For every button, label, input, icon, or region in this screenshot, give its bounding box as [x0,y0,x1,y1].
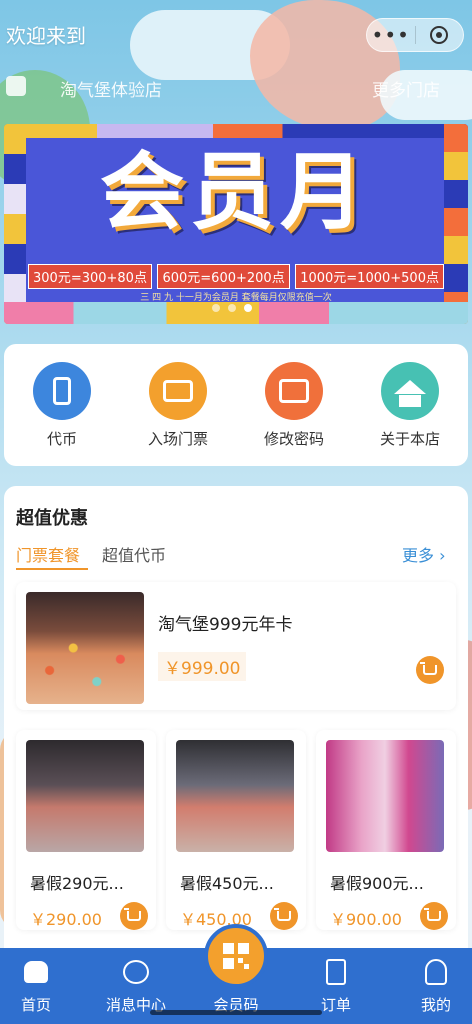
product-image [176,740,294,852]
banner-decoration [444,124,468,324]
product-image [326,740,444,852]
price-tag: 600元=600+200点 [157,264,290,289]
mini-program-capsule: ••• [366,18,464,52]
store-name[interactable]: 淘气堡体验店 [60,76,162,101]
quick-item-change-password[interactable]: 修改密码 [239,362,349,449]
more-deals-link[interactable]: 更多 › [402,542,446,566]
close-mini-program-button[interactable] [415,26,463,44]
deals-section: 超值优惠 门票套餐 超值代币 更多 › 淘气堡999元年卡 ￥999.00 暑假… [4,486,468,956]
phone-icon [33,362,91,420]
banner-decoration [4,124,26,324]
product-title: 淘气堡999元年卡 [158,615,293,635]
product-title: 暑假900元... [330,874,424,893]
quick-item-label: 修改密码 [263,430,324,448]
quick-item-label: 关于本店 [379,430,440,448]
tab-token-deals[interactable]: 超值代币 [102,542,166,566]
product-image [26,592,144,704]
product-card[interactable]: 暑假900元... ￥900.00 [316,730,456,930]
banner-title: 会员月 [99,143,370,241]
carousel-dots [212,304,252,312]
quick-menu: 代币 入场门票 修改密码 关于本店 [4,344,468,466]
quick-item-tickets[interactable]: 入场门票 [123,362,233,449]
product-title: 暑假290元... [30,874,124,893]
order-icon [322,958,350,986]
product-title: 暑假450元... [180,874,274,893]
cart-icon [124,908,141,921]
top-bar: 欢迎来到 ••• [0,14,472,54]
store-bar: 淘气堡体验店 更多门店 [0,70,472,106]
house-icon [381,362,439,420]
price-tag: 300元=300+80点 [28,264,152,289]
quick-item-label: 入场门票 [147,430,208,448]
add-to-cart-button[interactable] [416,656,444,684]
banner-price-row: 300元=300+80点 600元=600+200点 1000元=1000+50… [28,264,444,289]
product-image [26,740,144,852]
product-price: ￥999.00 [158,652,247,681]
quick-item-tokens[interactable]: 代币 [7,362,117,449]
quick-item-about-store[interactable]: 关于本店 [355,362,465,449]
carousel-dot[interactable] [228,304,236,312]
tab-label: 首页 [20,996,51,1014]
tab-orders[interactable]: 订单 [296,958,376,1015]
target-icon [430,26,449,44]
cart-icon [420,662,437,675]
tab-label: 订单 [320,996,351,1014]
store-icon [6,76,26,96]
product-card[interactable]: 暑假290元... ￥290.00 [16,730,156,930]
promo-banner[interactable]: 会员月 300元=300+80点 600元=600+200点 1000元=100… [4,124,468,324]
product-price: ￥900.00 [330,910,402,929]
banner-decoration [4,124,468,138]
more-menu-button[interactable]: ••• [367,20,415,50]
product-grid: 暑假290元... ￥290.00 暑假450元... ￥450.00 暑假90… [16,730,456,930]
cart-icon [424,908,441,921]
ticket-icon [149,362,207,420]
add-to-cart-button[interactable] [120,902,148,930]
home-indicator [150,1010,322,1015]
product-card[interactable]: 暑假450元... ￥450.00 [166,730,306,930]
section-title: 超值优惠 [16,508,88,529]
tab-profile[interactable]: 我的 [396,958,472,1015]
quick-item-label: 代币 [46,430,77,448]
tab-home[interactable]: 首页 [0,958,76,1015]
carousel-dot[interactable] [212,304,220,312]
member-code-button[interactable] [204,924,268,988]
home-icon [22,958,50,986]
add-to-cart-button[interactable] [270,902,298,930]
tab-label: 我的 [420,996,451,1014]
user-icon [422,958,450,986]
more-stores-link[interactable]: 更多门店 [372,76,440,101]
welcome-text: 欢迎来到 [6,24,86,48]
featured-product-card[interactable]: 淘气堡999元年卡 ￥999.00 [16,582,456,710]
price-tag: 1000元=1000+500点 [295,264,444,289]
carousel-dot-active[interactable] [244,304,252,312]
add-to-cart-button[interactable] [420,902,448,930]
cart-icon [274,908,291,921]
banner-subtitle: 三 四 九 十一月为会员月 套餐每月仅限充值一次 [140,293,332,303]
id-card-icon [265,362,323,420]
qr-code-icon [223,943,249,969]
product-price: ￥290.00 [30,910,102,929]
tab-messages[interactable]: 消息中心 [96,958,176,1015]
tab-ticket-packages[interactable]: 门票套餐 [16,542,89,570]
chat-icon [122,958,150,986]
